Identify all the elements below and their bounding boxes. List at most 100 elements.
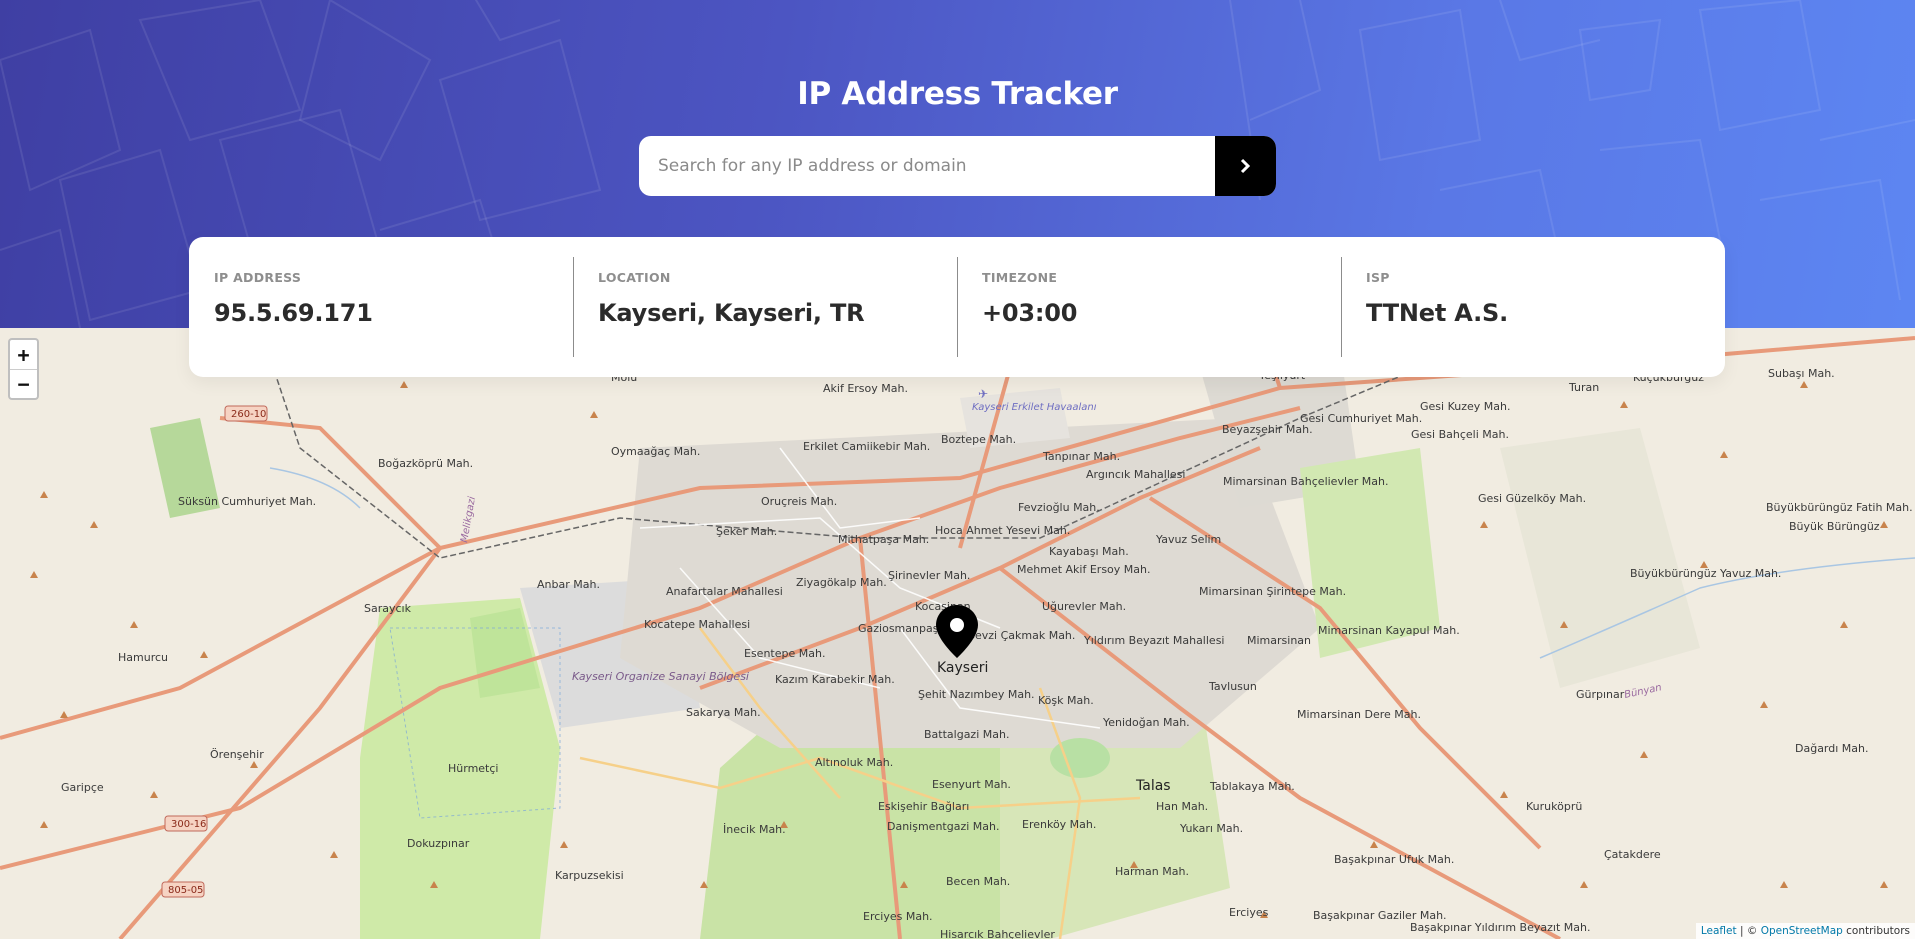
zoom-out-button[interactable]: − — [10, 369, 37, 398]
isp-cell: ISP TTNet A.S. — [1341, 257, 1725, 357]
search-input[interactable] — [639, 136, 1215, 196]
openstreetmap-link[interactable]: OpenStreetMap — [1761, 925, 1843, 937]
place-label: Erkilet Camiikebir Mah. — [803, 440, 930, 453]
place-label: Eskişehir Bağları — [878, 800, 969, 813]
place-label: Erenköy Mah. — [1022, 818, 1096, 831]
place-label: Talas — [1135, 778, 1171, 794]
place-label: Köşk Mah. — [1038, 694, 1094, 707]
place-label: Kayabaşı Mah. — [1049, 545, 1129, 558]
place-label: Harman Mah. — [1115, 865, 1189, 878]
place-label: Mimarsinan — [1247, 634, 1311, 647]
svg-text:300-16: 300-16 — [171, 819, 206, 830]
place-label: Mehmet Akif Ersoy Mah. — [1017, 563, 1150, 576]
place-label: Şehit Nazımbey Mah. — [918, 688, 1035, 701]
place-label: Akif Ersoy Mah. — [823, 382, 908, 395]
place-label: Uğurevler Mah. — [1042, 600, 1126, 613]
place-label: Fevzioğlu Mah. — [1018, 501, 1100, 514]
place-label: Gesi Bahçeli Mah. — [1411, 428, 1509, 441]
place-label: Anafartalar Mahallesi — [666, 585, 783, 598]
place-label: Erciyes — [1229, 906, 1269, 919]
place-label: Şeker Mah. — [716, 525, 777, 538]
place-label: Argıncık Mahallesi — [1086, 468, 1185, 481]
attribution-separator: | © — [1736, 925, 1761, 937]
place-label: Sevzi Çakmak Mah. — [968, 629, 1075, 642]
place-label: Hamurcu — [118, 651, 168, 664]
place-label: Gürpınar — [1576, 688, 1625, 701]
zoom-control: + − — [8, 338, 39, 400]
place-label: Büyük Bürüngüz — [1789, 520, 1880, 533]
place-label: Büyükbürüngüz Fatih Mah. — [1766, 501, 1913, 514]
place-label: Tablakaya Mah. — [1209, 780, 1295, 793]
place-label: Turan — [1568, 381, 1599, 394]
place-label: Şirinevler Mah. — [888, 569, 970, 582]
place-label: Ziyagökalp Mah. — [796, 576, 887, 589]
location-pin-icon[interactable] — [934, 603, 980, 660]
place-label: Mithatpaşa Mah. — [838, 533, 929, 546]
place-label: Tavlusun — [1208, 680, 1257, 693]
svg-text:260-10: 260-10 — [231, 409, 266, 420]
place-label: Büyükbürüngüz Yavuz Mah. — [1630, 567, 1781, 580]
place-label: Esentepe Mah. — [744, 647, 825, 660]
location-label: LOCATION — [598, 270, 671, 285]
place-label: Gesi Cumhuriyet Mah. — [1300, 412, 1422, 425]
location-value: Kayseri, Kayseri, TR — [598, 299, 865, 327]
place-label: Mimarsinan Dere Mah. — [1297, 708, 1421, 721]
attribution-contributors: contributors — [1842, 925, 1910, 937]
place-label: Örenşehir — [210, 748, 264, 761]
place-label: Başakpınar Yıldırım Beyazıt Mah. — [1410, 921, 1590, 934]
place-label: Kuruköprü — [1526, 800, 1582, 813]
place-label: Yukarı Mah. — [1179, 822, 1243, 835]
place-label: Hoca Ahmet Yesevi Mah. — [935, 524, 1070, 537]
place-label: Dağardı Mah. — [1795, 742, 1869, 755]
place-label: Gesi Güzelköy Mah. — [1478, 492, 1586, 505]
page-title: IP Address Tracker — [797, 76, 1118, 112]
place-label: Altınoluk Mah. — [815, 756, 893, 769]
map-view[interactable]: 260-10 300-16 805-05 ✈ Molu Akif Ersoy M… — [0, 328, 1915, 939]
ip-info-panel: IP ADDRESS 95.5.69.171 LOCATION Kayseri,… — [189, 237, 1725, 377]
search-submit-button[interactable] — [1215, 136, 1276, 196]
place-label: Çatakdere — [1604, 848, 1661, 861]
place-label: Hisarcık Bahçelievler — [940, 928, 1055, 939]
isp-value: TTNet A.S. — [1366, 299, 1509, 327]
place-label: Kocatepe Mahallesi — [644, 618, 750, 631]
place-label: Başakpınar Ufuk Mah. — [1334, 853, 1454, 866]
ip-address-label: IP ADDRESS — [214, 270, 302, 285]
place-label: Gesi Kuzey Mah. — [1420, 400, 1510, 413]
place-label: Yıldırım Beyazıt Mahallesi — [1083, 634, 1224, 647]
timezone-cell: TIMEZONE +03:00 — [957, 257, 1341, 357]
ip-address-value: 95.5.69.171 — [214, 299, 373, 327]
place-label: Beyazşehir Mah. — [1222, 423, 1313, 436]
place-label: Mimarsinan Kayapul Mah. — [1318, 624, 1460, 637]
route-shield: 300-16 — [164, 815, 208, 832]
place-label: Mimarsinan Bahçelievler Mah. — [1223, 475, 1389, 488]
leaflet-link[interactable]: Leaflet — [1701, 925, 1737, 937]
place-label: Kayseri Organize Sanayi Bölgesi — [572, 670, 749, 683]
place-label: Erciyes Mah. — [863, 910, 933, 923]
place-label: Kazım Karabekir Mah. — [775, 673, 895, 686]
place-label: Hürmetçi — [448, 762, 498, 775]
place-label: Karpuzsekisi — [555, 869, 624, 882]
place-label: Anbar Mah. — [537, 578, 600, 591]
map-attribution: Leaflet | © OpenStreetMap contributors — [1695, 923, 1915, 939]
route-shield: 260-10 — [224, 405, 268, 422]
chevron-right-icon — [1240, 158, 1250, 174]
place-label: Han Mah. — [1156, 800, 1208, 813]
timezone-value: +03:00 — [982, 299, 1078, 327]
place-label: Subaşı Mah. — [1768, 367, 1835, 380]
city-label: Kayseri — [937, 660, 989, 676]
place-label: Saraycık — [364, 602, 412, 615]
svg-text:805-05: 805-05 — [168, 885, 203, 896]
airport-icon: ✈ — [978, 387, 988, 401]
place-label: Yavuz Selim — [1155, 533, 1221, 546]
place-label: Esenyurt Mah. — [932, 778, 1011, 791]
place-label: Süksün Cumhuriyet Mah. — [178, 495, 316, 508]
place-label: Mimarsinan Şirintepe Mah. — [1199, 585, 1346, 598]
place-label: Boztepe Mah. — [941, 433, 1016, 446]
place-label: Sakarya Mah. — [686, 706, 761, 719]
place-label: Dokuzpınar — [407, 837, 470, 850]
zoom-in-button[interactable]: + — [10, 340, 37, 369]
ip-address-cell: IP ADDRESS 95.5.69.171 — [189, 257, 573, 357]
place-label: Oruçreis Mah. — [761, 495, 837, 508]
place-label: Danişmentgazi Mah. — [887, 820, 1000, 833]
place-label: Kayseri Erkilet Havaalanı — [972, 402, 1097, 413]
